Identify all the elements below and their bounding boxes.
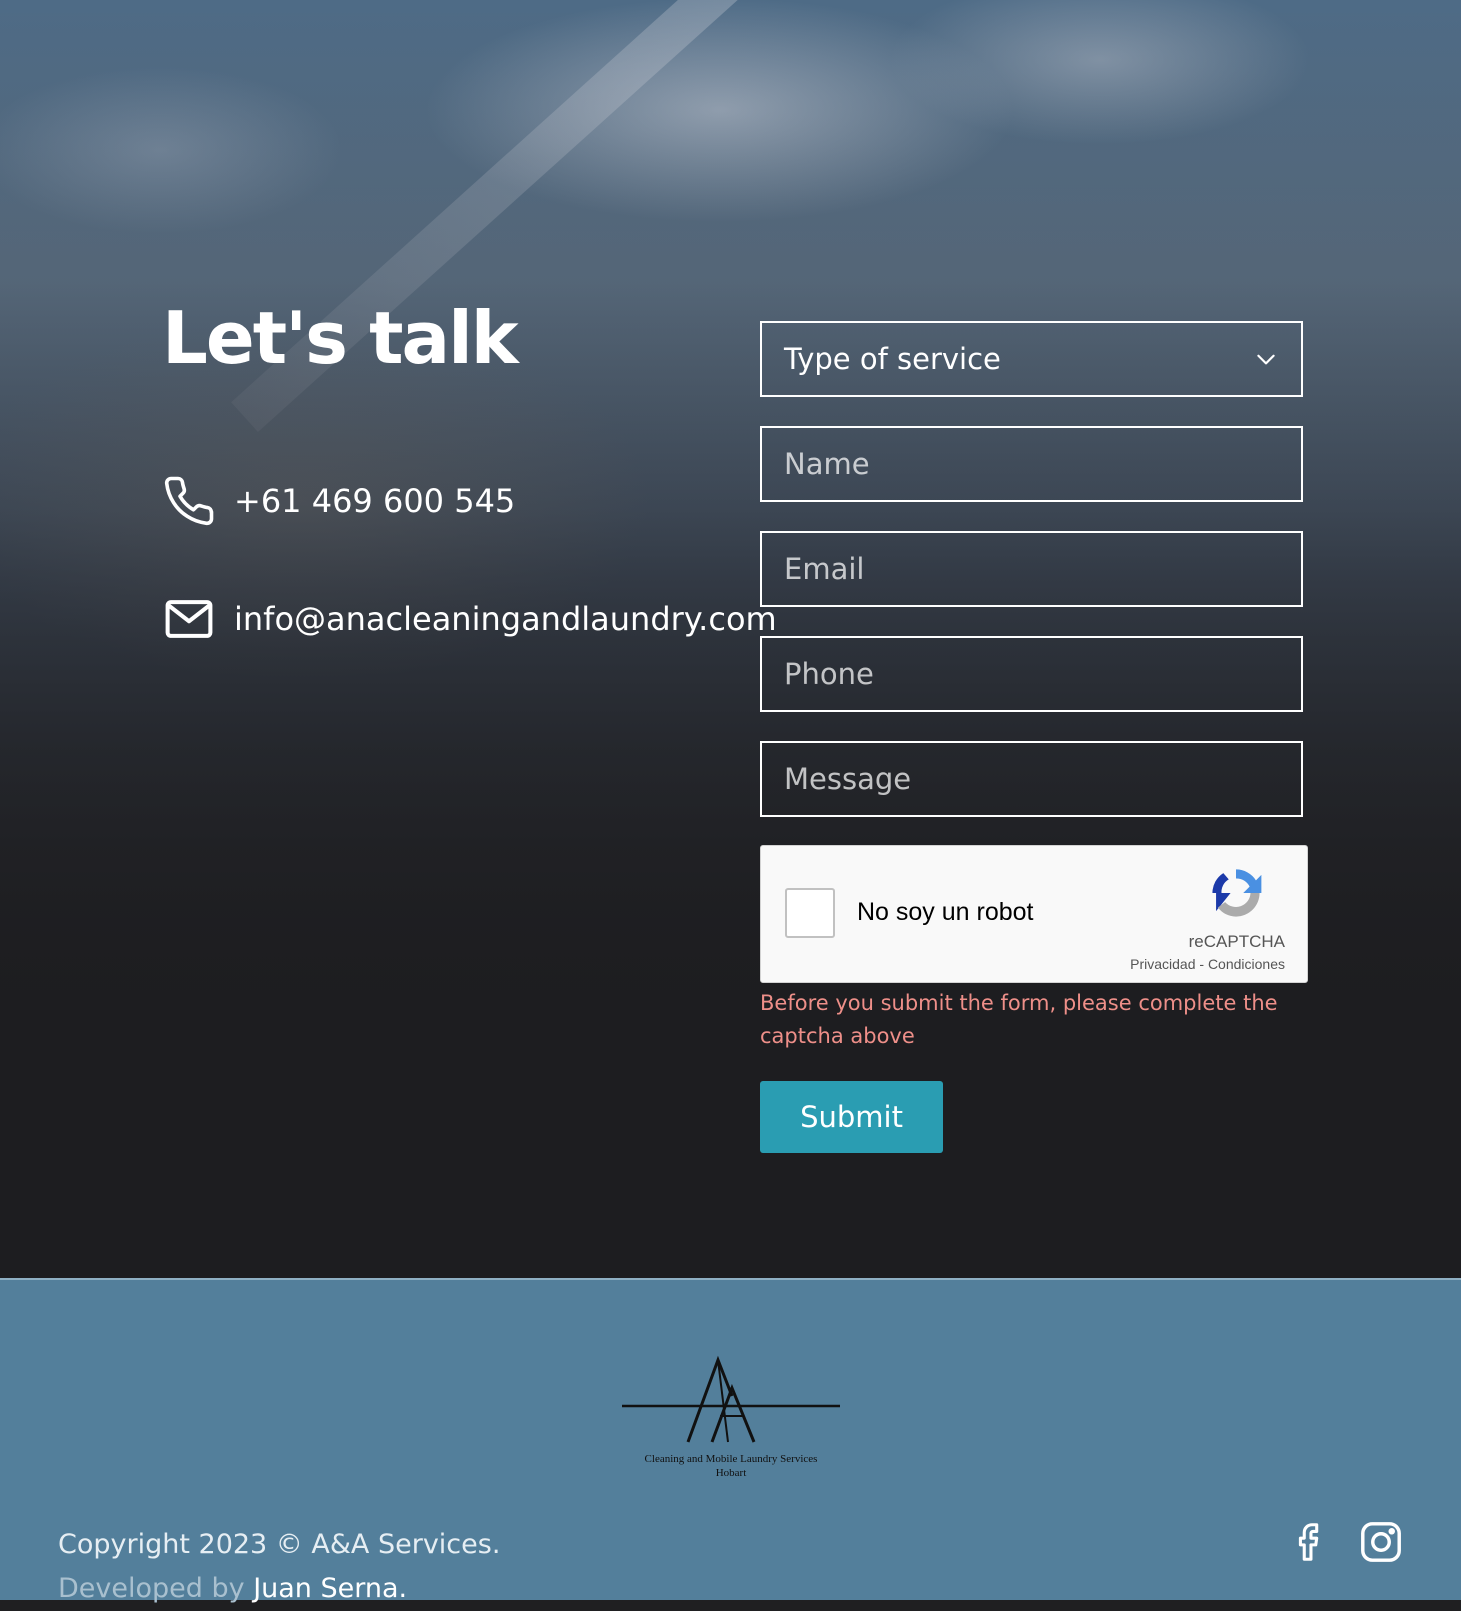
chevron-down-icon xyxy=(1257,354,1275,365)
name-field[interactable] xyxy=(760,426,1303,502)
recaptcha-links-separator: - xyxy=(1195,956,1208,972)
contact-section: Let's talk +61 469 600 545 info@anaclean… xyxy=(0,0,1461,1278)
recaptcha-logo-icon xyxy=(1212,869,1262,917)
recaptcha-brand: reCAPTCHA xyxy=(1188,932,1285,951)
facebook-icon[interactable] xyxy=(1287,1519,1333,1565)
developer-credit: Developed by Juan Serna. xyxy=(58,1567,500,1611)
submit-button[interactable]: Submit xyxy=(760,1081,943,1153)
page-title: Let's talk xyxy=(162,296,519,380)
recaptcha-terms-link[interactable]: Condiciones xyxy=(1208,956,1285,972)
recaptcha-links: Privacidad - Condiciones xyxy=(1130,956,1285,972)
email-address: info@anacleaningandlaundry.com xyxy=(234,600,777,638)
company-logo[interactable]: Cleaning and Mobile Laundry Services Hob… xyxy=(620,1354,842,1480)
phone-number: +61 469 600 545 xyxy=(234,482,516,520)
phone-icon xyxy=(164,476,214,526)
email-contact[interactable]: info@anacleaningandlaundry.com xyxy=(162,592,777,646)
copyright-block: Copyright 2023 © A&A Services. Developed… xyxy=(58,1523,500,1611)
captcha-error-message: Before you submit the form, please compl… xyxy=(760,991,1278,1048)
service-type-select[interactable]: Type of service xyxy=(760,321,1303,397)
recaptcha-widget: No soy un robot reCAPTCHA Privacidad - C… xyxy=(760,845,1308,983)
phone-field[interactable] xyxy=(760,636,1303,712)
recaptcha-label: No soy un robot xyxy=(857,898,1034,926)
service-select-value: Type of service xyxy=(784,342,1001,376)
site-footer: Cleaning and Mobile Laundry Services Hob… xyxy=(0,1278,1461,1604)
developer-link[interactable]: Juan Serna. xyxy=(253,1573,407,1604)
message-field[interactable] xyxy=(760,741,1303,817)
phone-contact[interactable]: +61 469 600 545 xyxy=(162,474,515,528)
recaptcha-privacy-link[interactable]: Privacidad xyxy=(1130,956,1195,972)
developer-prefix: Developed by xyxy=(58,1573,254,1604)
recaptcha-checkbox[interactable] xyxy=(785,888,835,938)
mail-icon xyxy=(165,600,213,638)
logo-city: Hobart xyxy=(716,1467,747,1479)
copyright-text: Copyright 2023 © A&A Services. xyxy=(58,1529,501,1560)
email-field[interactable] xyxy=(760,531,1303,607)
logo-tagline: Cleaning and Mobile Laundry Services xyxy=(645,1453,818,1465)
instagram-icon[interactable] xyxy=(1358,1519,1404,1565)
